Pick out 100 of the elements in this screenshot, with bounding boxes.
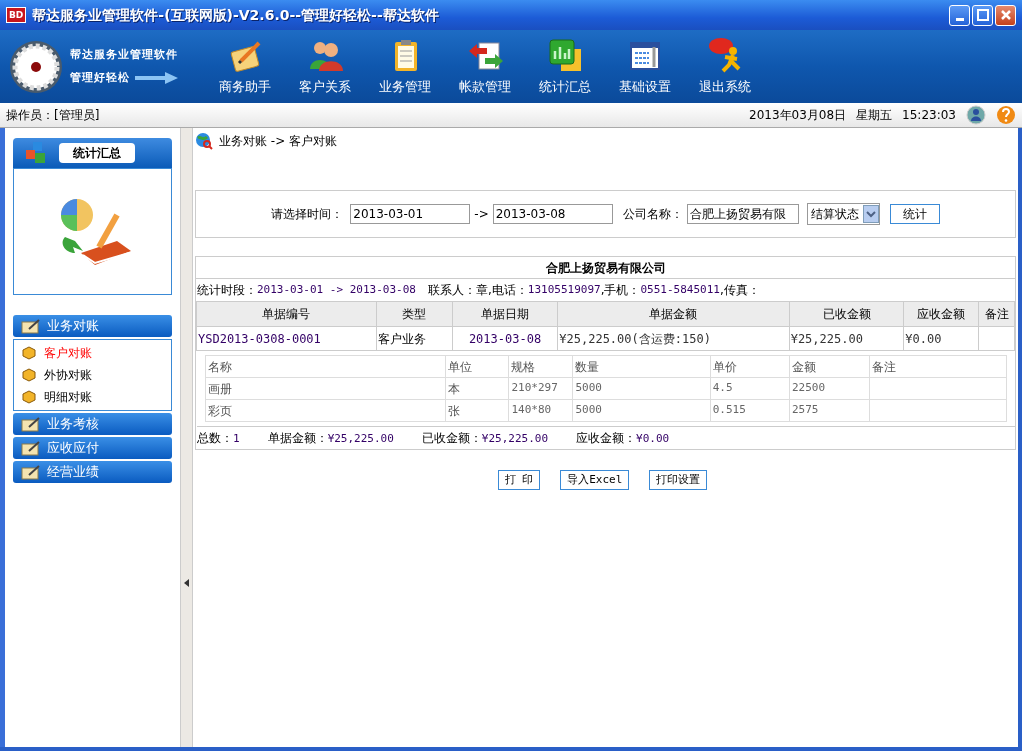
folder-pencil-icon bbox=[21, 416, 41, 432]
date-from-field[interactable]: 2013-03-01 bbox=[350, 204, 471, 224]
accordion-header[interactable]: 经营业绩 bbox=[13, 461, 172, 483]
info-value: 2013-03-01 -> 2013-03-08 bbox=[257, 281, 416, 298]
toolbar-button[interactable]: 客户关系 bbox=[285, 36, 365, 97]
close-button[interactable] bbox=[995, 4, 1016, 26]
total-value: ¥25,225.00 bbox=[481, 431, 549, 445]
arrow-icon bbox=[133, 70, 179, 85]
detail-cell: 画册 bbox=[205, 377, 446, 400]
gear-icon bbox=[8, 38, 64, 95]
toolbar-button[interactable]: 退出系统 bbox=[685, 36, 765, 97]
toolbar-button[interactable]: 统计汇总 bbox=[525, 36, 605, 97]
column-header: 单据日期 bbox=[452, 301, 558, 327]
detail-cell: 0.515 bbox=[710, 399, 790, 422]
breadcrumb: 业务对账 -> 客户对账 bbox=[219, 133, 337, 150]
cube-icon bbox=[22, 390, 36, 404]
cube-icon bbox=[22, 346, 36, 360]
detail-cell: 彩页 bbox=[205, 399, 446, 422]
time-label: 请选择时间： bbox=[271, 206, 344, 223]
detail-cell: 本 bbox=[445, 377, 509, 400]
info-value: 0551-5845011 bbox=[640, 281, 720, 298]
detail-cell: 张 bbox=[445, 399, 509, 422]
sidebar-item[interactable]: 外协对账 bbox=[14, 364, 171, 386]
table-cell: 客户业务 bbox=[376, 326, 453, 351]
operator-label: 操作员：[管理员] bbox=[6, 107, 100, 124]
user-icon[interactable] bbox=[966, 105, 986, 125]
detail-cell: 5000 bbox=[572, 377, 711, 400]
table-cell: ¥0.00 bbox=[903, 326, 979, 351]
info-label: ,手机： bbox=[600, 282, 641, 299]
company-label: 公司名称： bbox=[622, 206, 683, 223]
info-label: ,传真： bbox=[719, 282, 760, 299]
accordion-header[interactable]: 业务考核 bbox=[13, 413, 172, 435]
brand-slogan: 管理好轻松 bbox=[70, 69, 130, 86]
toolbar-button[interactable]: 商务助手 bbox=[205, 36, 285, 97]
date-to-field[interactable]: 2013-03-08 bbox=[492, 204, 613, 224]
info-label: 联系人：章,电话： bbox=[427, 282, 528, 299]
chart-icon bbox=[547, 36, 583, 73]
total-value: 1 bbox=[233, 431, 240, 445]
time-text: 15:23:03 bbox=[902, 107, 956, 124]
detail-header: 数量 bbox=[572, 355, 711, 378]
sidebar-item[interactable]: 明细对账 bbox=[14, 386, 171, 408]
sidebar-item[interactable]: 客户对账 bbox=[14, 342, 171, 364]
running-figure-icon bbox=[707, 36, 743, 73]
total-label: 应收金额： bbox=[576, 430, 637, 445]
detail-header: 规格 bbox=[508, 355, 573, 378]
detail-cell: 4.5 bbox=[710, 377, 790, 400]
detail-cell: 2575 bbox=[789, 399, 870, 422]
info-label: 统计时段： bbox=[197, 282, 257, 299]
accordion-header[interactable]: 业务对账 bbox=[13, 315, 172, 337]
toolbar-button[interactable]: 帐款管理 bbox=[445, 36, 525, 97]
detail-cell: 210*297 bbox=[508, 377, 573, 400]
column-header: 应收金额 bbox=[903, 301, 979, 327]
minimize-icon bbox=[955, 17, 964, 21]
column-header: 类型 bbox=[376, 301, 453, 327]
action-button[interactable]: 打 印 bbox=[497, 470, 541, 490]
globe-search-icon bbox=[195, 132, 213, 150]
table-cell: ¥25,225.00 bbox=[789, 326, 904, 351]
minimize-button[interactable] bbox=[949, 4, 970, 26]
folder-pencil-icon bbox=[21, 464, 41, 480]
folder-pencil-icon bbox=[21, 440, 41, 456]
window-title: 帮达服务业管理软件-(互联网版)-V2.6.0--管理好轻松--帮达软件 bbox=[32, 5, 440, 25]
company-field[interactable]: 合肥上扬贸易有限 bbox=[686, 204, 799, 224]
close-icon bbox=[999, 9, 1012, 21]
range-separator: -> bbox=[474, 206, 489, 223]
total-value: ¥25,225.00 bbox=[327, 431, 394, 445]
maximize-button[interactable] bbox=[972, 4, 993, 26]
cube-icon bbox=[22, 368, 36, 382]
folder-pencil-icon bbox=[21, 318, 41, 334]
total-label: 总数： bbox=[197, 430, 233, 445]
column-header: 单据金额 bbox=[557, 301, 790, 327]
detail-cell: 22500 bbox=[789, 377, 870, 400]
toolbar-button[interactable]: 业务管理 bbox=[365, 36, 445, 97]
detail-header: 单位 bbox=[445, 355, 509, 378]
collapse-arrow-icon[interactable] bbox=[184, 578, 189, 587]
column-header: 备注 bbox=[978, 301, 1015, 327]
column-header: 单据编号 bbox=[196, 301, 377, 327]
status-dropdown[interactable]: 结算状态 bbox=[806, 203, 880, 225]
date-text: 2013年03月08日 bbox=[749, 107, 847, 124]
weekday-text: 星期五 bbox=[856, 107, 893, 124]
app-logo: BD bbox=[6, 7, 27, 23]
action-button[interactable]: 打印设置 bbox=[649, 470, 708, 490]
table-cell: YSD2013-0308-0001 bbox=[196, 326, 377, 351]
report-title: 合肥上扬贸易有限公司 bbox=[196, 257, 1015, 279]
total-label: 单据金额： bbox=[267, 430, 328, 445]
detail-cell: 5000 bbox=[572, 399, 711, 422]
detail-cell: 140*80 bbox=[508, 399, 573, 422]
toolbar-button[interactable]: 基础设置 bbox=[605, 36, 685, 97]
detail-header: 名称 bbox=[205, 355, 446, 378]
detail-header: 备注 bbox=[869, 355, 1006, 378]
panel-title: 统计汇总 bbox=[59, 143, 135, 163]
action-button[interactable]: 导入Excel bbox=[560, 470, 630, 490]
maximize-icon bbox=[976, 9, 989, 21]
info-value: 13105519097 bbox=[527, 281, 601, 298]
detail-header: 单价 bbox=[710, 355, 790, 378]
brand-name: 帮达服务业管理软件 bbox=[70, 47, 179, 63]
detail-header: 金额 bbox=[789, 355, 870, 378]
statistics-button[interactable]: 统计 bbox=[889, 204, 940, 224]
accordion-header[interactable]: 应收应付 bbox=[13, 437, 172, 459]
total-value: ¥0.00 bbox=[636, 431, 670, 445]
total-label: 已收金额： bbox=[421, 430, 482, 445]
